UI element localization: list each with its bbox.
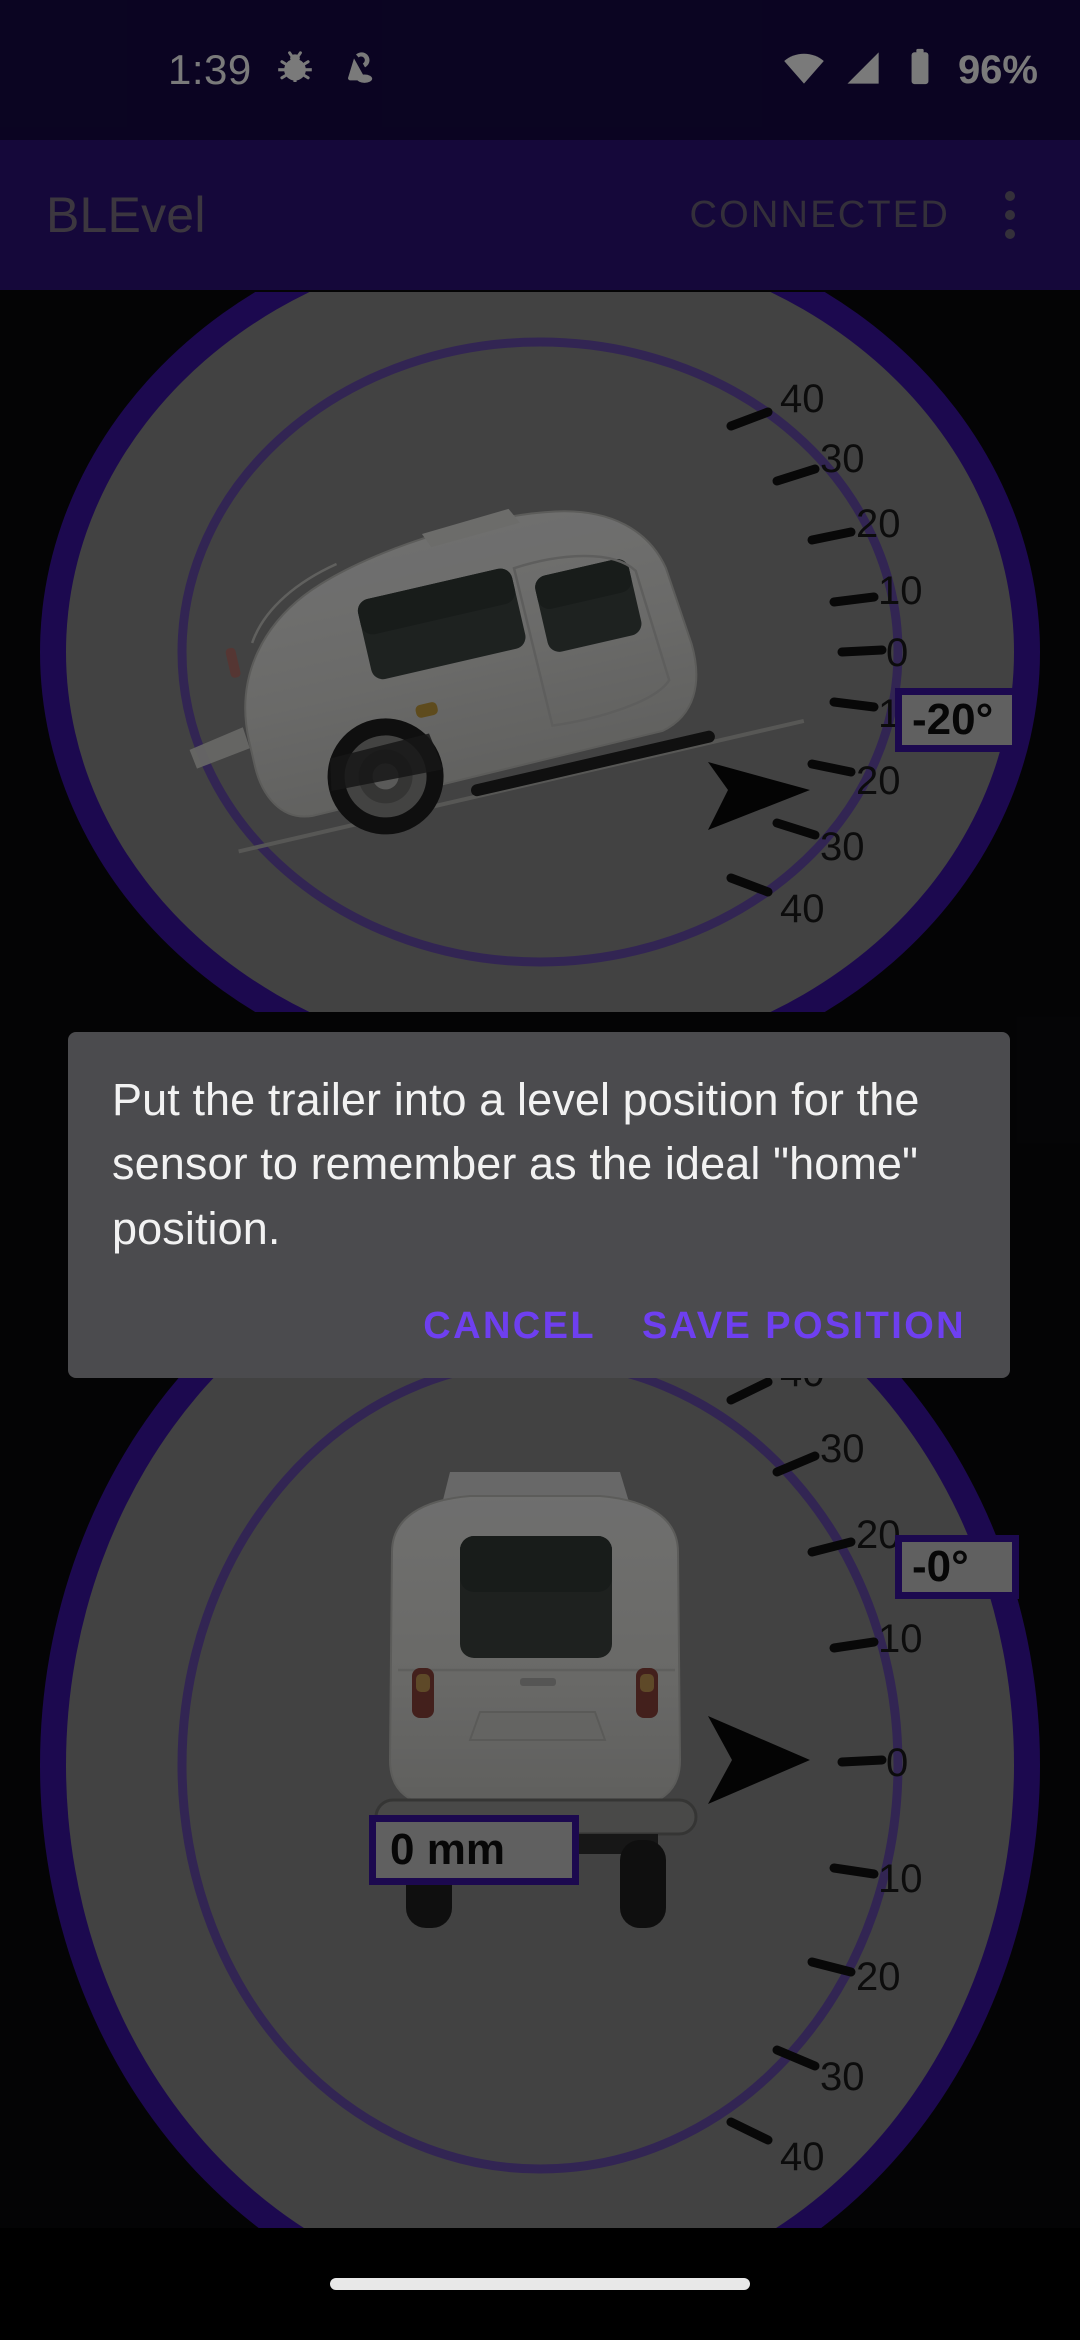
dialog-message: Put the trailer into a level position fo… xyxy=(112,1074,920,1254)
home-gesture-pill[interactable] xyxy=(330,2278,750,2290)
save-position-button[interactable]: SAVE POSITION xyxy=(642,1305,966,1348)
navigation-bar xyxy=(0,2228,1080,2340)
save-position-dialog: Put the trailer into a level position fo… xyxy=(68,1032,1010,1378)
phone-screen: 1:39 xyxy=(0,0,1080,2340)
dialog-actions: CANCEL SAVE POSITION xyxy=(112,1305,966,1378)
cancel-button[interactable]: CANCEL xyxy=(423,1305,596,1348)
